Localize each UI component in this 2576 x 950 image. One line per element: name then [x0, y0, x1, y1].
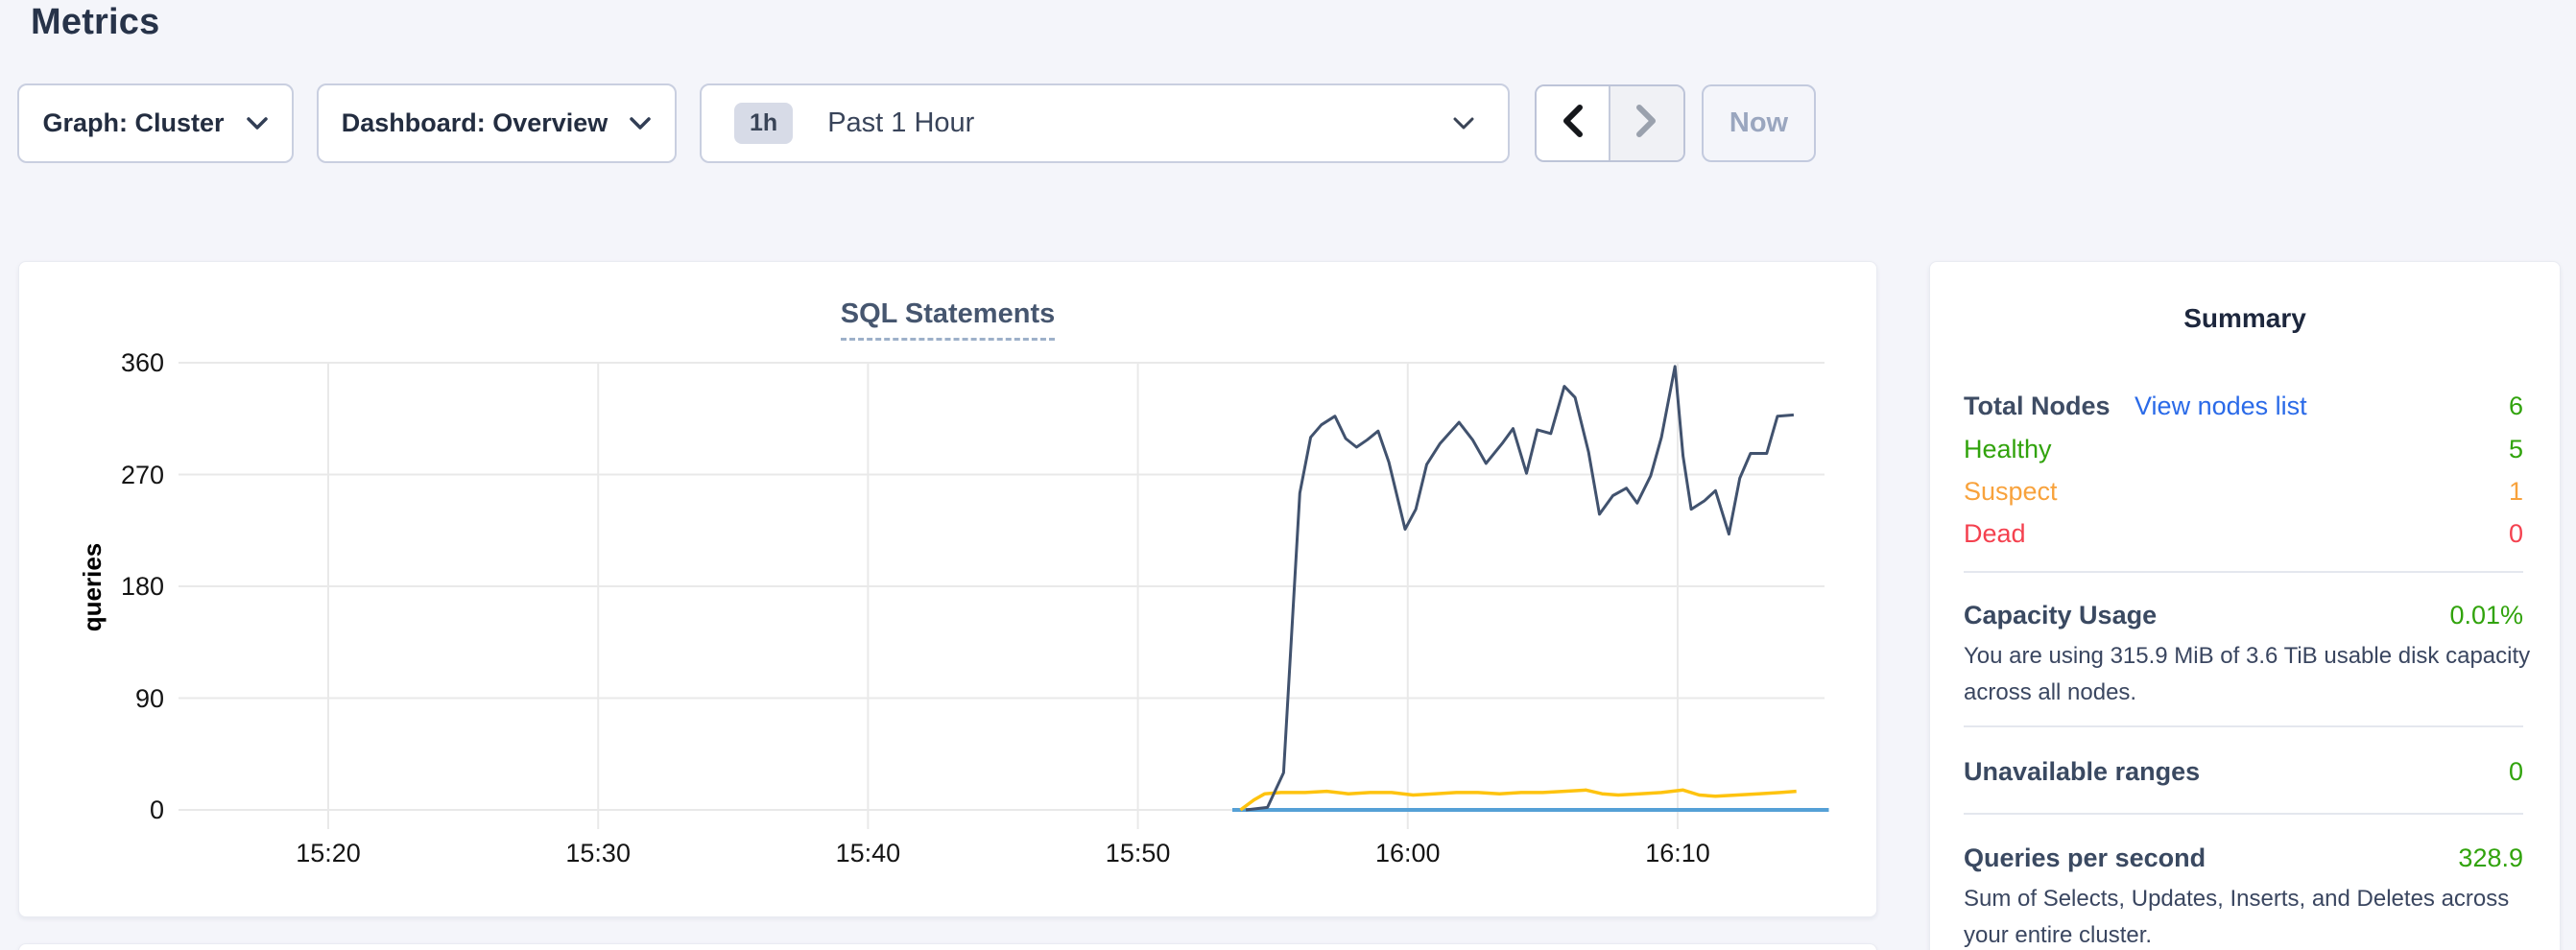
- unavailable-ranges-label: Unavailable ranges: [1964, 757, 2200, 786]
- total-nodes-value: 6: [2509, 389, 2523, 423]
- chevron-down-icon: [246, 116, 269, 131]
- suspect-nodes-value: 1: [2509, 474, 2523, 509]
- series-inserts: [1246, 367, 1794, 810]
- queries-per-second-description: Sum of Selects, Updates, Inserts, and De…: [1964, 881, 2531, 950]
- dead-nodes-value: 0: [2509, 516, 2523, 551]
- suspect-nodes-label: Suspect: [1964, 477, 2058, 506]
- chevron-down-icon: [629, 116, 652, 131]
- summary-heading: Summary: [1930, 303, 2560, 334]
- y-tick-label: 270: [83, 459, 164, 491]
- chart-title[interactable]: SQL Statements: [841, 298, 1055, 341]
- queries-per-second-value: 328.9: [2458, 841, 2523, 875]
- previous-time-button[interactable]: [1537, 86, 1610, 160]
- y-tick-label: 180: [83, 570, 164, 603]
- capacity-usage-label: Capacity Usage: [1964, 601, 2157, 629]
- now-button-label: Now: [1729, 107, 1788, 139]
- x-tick-label: 16:00: [1360, 838, 1456, 868]
- next-time-button-disabled[interactable]: [1610, 86, 1684, 160]
- series-updates: [1241, 790, 1797, 810]
- x-tick-label: 15:30: [550, 838, 646, 868]
- y-tick-label: 360: [83, 346, 164, 379]
- healthy-nodes-label: Healthy: [1964, 435, 2052, 463]
- dead-nodes-label: Dead: [1964, 519, 2026, 548]
- divider: [1964, 725, 2523, 727]
- queries-per-second-label: Queries per second: [1964, 843, 2206, 872]
- time-range-selector[interactable]: 1h Past 1 Hour: [700, 83, 1510, 163]
- x-tick-label: 15:40: [820, 838, 916, 868]
- chevron-down-icon: [1452, 116, 1475, 131]
- sql-statements-chart-card: SQL Statements queries 090180270360 15:2…: [18, 261, 1877, 917]
- now-button[interactable]: Now: [1702, 84, 1816, 162]
- dashboard-label: Dashboard: Overview: [342, 108, 608, 138]
- metrics-page: Metrics Graph: Cluster Dashboard: Overvi…: [0, 0, 2576, 950]
- graph-scope-label: Graph: Cluster: [42, 108, 224, 138]
- summary-panel: Summary Total Nodes View nodes list 6 He…: [1929, 261, 2561, 950]
- line-chart-plot[interactable]: [179, 337, 1829, 836]
- page-title: Metrics: [31, 2, 159, 43]
- capacity-usage-value: 0.01%: [2449, 598, 2523, 632]
- unavailable-ranges-value: 0: [2509, 754, 2523, 789]
- healthy-nodes-value: 5: [2509, 432, 2523, 466]
- chevron-left-icon: [1560, 104, 1585, 143]
- x-tick-label: 15:50: [1090, 838, 1186, 868]
- divider: [1964, 813, 2523, 815]
- y-tick-label: 90: [83, 682, 164, 715]
- total-nodes-label: Total Nodes: [1964, 392, 2111, 420]
- time-nav-arrows: [1535, 84, 1685, 162]
- y-tick-label: 0: [83, 794, 164, 826]
- capacity-usage-description: You are using 315.9 MiB of 3.6 TiB usabl…: [1964, 638, 2531, 711]
- time-range-label: Past 1 Hour: [827, 107, 974, 139]
- chevron-right-icon: [1634, 104, 1659, 143]
- next-chart-card-partial: [18, 943, 1877, 950]
- divider: [1964, 571, 2523, 573]
- graph-scope-dropdown[interactable]: Graph: Cluster: [17, 83, 294, 163]
- view-nodes-list-link[interactable]: View nodes list: [2135, 392, 2307, 420]
- dashboard-dropdown[interactable]: Dashboard: Overview: [317, 83, 677, 163]
- time-range-badge: 1h: [734, 103, 793, 144]
- x-tick-label: 16:10: [1630, 838, 1726, 868]
- x-tick-label: 15:20: [280, 838, 376, 868]
